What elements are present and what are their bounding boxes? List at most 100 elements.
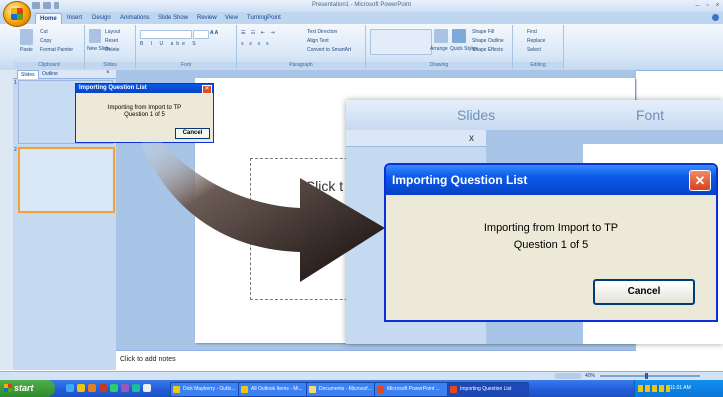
app-quick-icon[interactable] [121, 384, 129, 392]
tray-icons[interactable] [638, 385, 670, 392]
tab-review[interactable]: Review [193, 13, 221, 24]
tab-insert[interactable]: Insert [63, 13, 86, 24]
task-outlook-items[interactable]: All Outlook Items - Mi... [238, 382, 315, 397]
zoom-slides-label: Slides [457, 107, 496, 123]
clipboard-label: Clipboard [14, 62, 84, 68]
slides-label: Slides [85, 62, 135, 68]
cancel-button[interactable]: Cancel [175, 128, 210, 139]
zoom-font-label: Font [636, 107, 665, 123]
dialog-message-line1-zoomed: Importing from Import to TP [483, 222, 619, 234]
replace-button[interactable]: Replace [527, 38, 545, 44]
office-button[interactable] [3, 1, 31, 27]
left-edge-strip [0, 70, 14, 370]
view-buttons[interactable] [555, 373, 581, 379]
layout-button[interactable]: Layout [105, 29, 120, 35]
shape-outline-button[interactable]: Shape Outline [472, 38, 504, 44]
window-title: Presentation1 - Microsoft PowerPoint [311, 2, 412, 8]
taskbar: start Dick Mayberry - Outlo... All Outlo… [0, 380, 723, 397]
shapes-gallery[interactable] [370, 29, 432, 55]
media-icon[interactable] [88, 384, 96, 392]
drawing-group: Arrange Quick Styles Shape Fill Shape Ou… [366, 25, 513, 69]
font-group: A A B I U abe S Font [136, 25, 237, 69]
shape-fill-button[interactable]: Shape Fill [472, 29, 494, 35]
task-importing[interactable]: Importing Question List [447, 382, 529, 397]
dialog-close-icon[interactable]: ✕ [202, 85, 212, 94]
align-buttons[interactable]: ≡ ≡ ≡ ≡ [241, 41, 271, 47]
powerpoint-quick-icon[interactable] [99, 384, 107, 392]
minimize-icon[interactable]: – [693, 2, 702, 9]
format-buttons[interactable]: B I U abe S [140, 41, 199, 47]
tab-outline[interactable]: Outline [39, 70, 61, 78]
explorer-icon[interactable] [143, 384, 151, 392]
dialog-message-line1: Importing from Import to TP [107, 105, 182, 111]
list-buttons[interactable]: ☰ ☷ ⇤ ⇥ [241, 30, 277, 36]
zoom-slider[interactable] [600, 375, 700, 377]
font-label: Font [136, 62, 236, 68]
grow-font-icon[interactable]: A A [210, 30, 218, 36]
clipboard-group: Paste Cut Copy Format Painter Clipboard [14, 25, 85, 69]
notes-pane[interactable]: Click to add notes [116, 350, 636, 373]
maximize-icon[interactable]: ▫ [703, 2, 712, 9]
zoom-panel-close-icon: x [469, 133, 474, 144]
new-slide-icon[interactable] [89, 29, 101, 43]
reset-button[interactable]: Reset [105, 38, 118, 44]
dialog-close-icon-zoomed[interactable]: ✕ [689, 170, 711, 191]
close-window-icon[interactable]: × [713, 2, 722, 9]
excel-quick-icon[interactable] [110, 384, 118, 392]
tab-animations[interactable]: Animations [116, 13, 154, 24]
font-name-box[interactable] [140, 30, 192, 39]
text-direction-button[interactable]: Text Direction [307, 29, 337, 35]
zoom-ribbon [346, 100, 723, 131]
tab-slides[interactable]: Slides [17, 70, 39, 79]
import-dialog-small: Importing Question List ✕ Importing from… [75, 83, 214, 143]
format-painter-button[interactable]: Format Painter [40, 47, 73, 53]
desktop-icon[interactable] [132, 384, 140, 392]
help-icon[interactable] [712, 14, 719, 21]
cut-button[interactable]: Cut [40, 29, 48, 35]
title-bar: Presentation1 - Microsoft PowerPoint – ▫… [0, 0, 723, 12]
find-button[interactable]: Find [527, 29, 537, 35]
start-button[interactable]: start [0, 380, 55, 397]
task-powerpoint[interactable]: Microsoft PowerPoint ... [374, 382, 456, 397]
save-icon[interactable] [32, 2, 40, 9]
align-text-button[interactable]: Align Text [307, 38, 329, 44]
start-label: start [14, 383, 34, 393]
copy-button[interactable]: Copy [40, 38, 52, 44]
ribbon-tabs: Home Insert Design Animations Slide Show… [0, 12, 723, 25]
dialog-message-line2-zoomed: Question 1 of 5 [513, 239, 589, 251]
font-size-box[interactable] [193, 30, 209, 39]
dialog-title: Importing Question List [79, 85, 147, 91]
delete-button[interactable]: Delete [105, 47, 119, 53]
tab-turningpoint[interactable]: TurningPoint [243, 13, 285, 24]
editing-label: Editing [513, 62, 563, 68]
paragraph-group: ☰ ☷ ⇤ ⇥ ≡ ≡ ≡ ≡ Text Direction Align Tex… [237, 25, 366, 69]
placeholder-text: Click t [305, 178, 344, 194]
arrange-button[interactable]: Arrange [430, 46, 448, 52]
tab-slide-show[interactable]: Slide Show [154, 13, 192, 24]
paste-button[interactable]: Paste [20, 47, 33, 53]
cancel-button-zoomed[interactable]: Cancel [593, 279, 695, 305]
quick-styles-icon[interactable] [452, 29, 466, 43]
ie-icon[interactable] [66, 384, 74, 392]
paste-icon[interactable] [20, 29, 33, 45]
editing-group: Find Replace Select Editing [513, 25, 564, 69]
task-documents[interactable]: Documents - Microsof... [306, 382, 383, 397]
customize-qat-icon[interactable] [54, 2, 59, 9]
tab-design[interactable]: Design [88, 13, 115, 24]
zoom-slider-thumb[interactable] [645, 373, 648, 379]
panel-close-icon[interactable]: × [106, 70, 110, 76]
outlook-icon[interactable] [77, 384, 85, 392]
paragraph-label: Paragraph [237, 62, 365, 68]
task-outlook[interactable]: Dick Mayberry - Outlo... [170, 382, 247, 397]
arrange-icon[interactable] [434, 29, 448, 43]
select-button[interactable]: Select [527, 47, 541, 53]
shape-effects-button[interactable]: Shape Effects [472, 47, 503, 53]
slide-thumbnail-2[interactable] [18, 147, 115, 213]
windows-flag-icon [4, 384, 12, 392]
drawing-label: Drawing [366, 62, 512, 68]
tab-view[interactable]: View [221, 13, 242, 24]
undo-icon[interactable] [43, 2, 51, 9]
convert-smartart-button[interactable]: Convert to SmartArt [307, 47, 351, 53]
notes-placeholder: Click to add notes [120, 356, 176, 363]
thumb-number: 1 [14, 80, 17, 86]
